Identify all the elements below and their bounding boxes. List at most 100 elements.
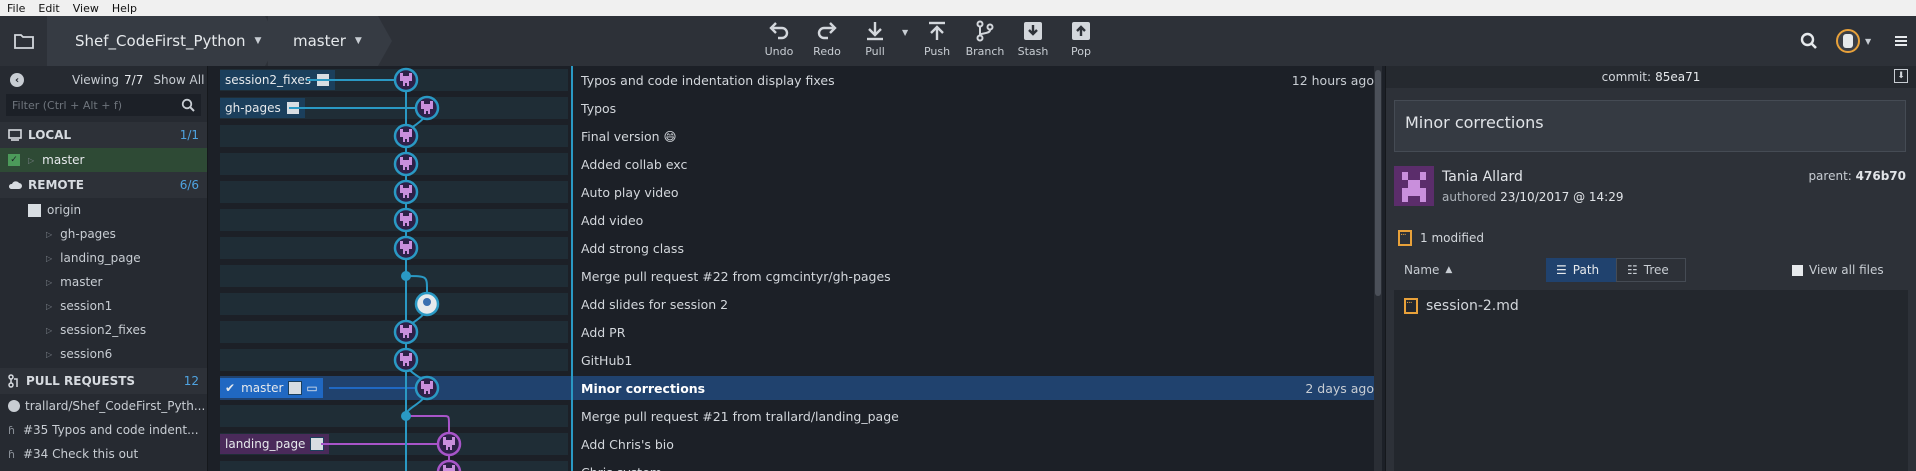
graph-scrollbar[interactable] (1374, 66, 1382, 471)
origin-label: origin (47, 203, 82, 217)
commit-node[interactable] (401, 411, 411, 421)
pull-request-item[interactable]: ɦ #35 Typos and code indent... (0, 418, 207, 442)
push-button[interactable]: Push (913, 19, 961, 63)
remote-origin[interactable]: origin (0, 198, 207, 222)
gitkraken-window: File Edit View Help Shef_CodeFirst_Pytho… (0, 0, 1916, 471)
list-icon: ☰ (1556, 263, 1567, 277)
commit-detail-panel: commit: 85ea71 ⬇ Minor corrections Tania… (1385, 66, 1916, 471)
modified-count: 1 modified (1398, 228, 1484, 246)
pull-request-icon: ɦ (8, 423, 15, 437)
remote-branch[interactable]: ▷ gh-pages (0, 222, 207, 246)
menu-file[interactable]: File (0, 2, 31, 15)
push-label: Push (923, 45, 951, 58)
pull-requests-section-header[interactable]: PULL REQUESTS 12 (0, 368, 207, 394)
commit-node[interactable] (414, 291, 440, 317)
menu-help[interactable]: Help (105, 2, 143, 15)
pull-label: Pull (865, 45, 885, 58)
commit-summary[interactable]: Minor corrections (1394, 100, 1906, 152)
path-view-button[interactable]: ☰ Path (1546, 258, 1616, 282)
remote-section-header[interactable]: REMOTE 6/6 (0, 172, 207, 198)
branch-expand-icon: ▷ (46, 325, 53, 335)
pull-icon (867, 22, 883, 41)
pull-requests-count: 12 (183, 374, 199, 388)
pull-request-item[interactable]: ɦ #34 Check this out (0, 442, 207, 466)
commit-header: commit: 85ea71 ⬇ (1386, 66, 1916, 88)
pr-label: #34 Check this out (22, 447, 139, 461)
parent-sha[interactable]: 476b70 (1856, 169, 1906, 183)
pr-repo-label: trallard/Shef_CodeFirst_Pyth... (25, 399, 206, 413)
menu-edit[interactable]: Edit (31, 2, 65, 15)
commit-node[interactable] (393, 235, 419, 261)
modified-label: 1 modified (1420, 231, 1484, 245)
parent-line: parent: 476b70 (1808, 169, 1906, 183)
remote-branch[interactable]: ▷ session6 (0, 342, 207, 366)
sort-by-name-button[interactable]: Name ▲ (1394, 258, 1462, 282)
commit-node[interactable] (393, 207, 419, 233)
file-row[interactable]: session-2.md (1404, 296, 1519, 314)
modified-file-icon (1404, 296, 1418, 314)
hamburger-menu-icon[interactable] (1895, 16, 1907, 66)
show-all-button[interactable]: Show All (153, 73, 204, 87)
commit-node[interactable] (401, 271, 411, 281)
local-branch-master[interactable]: ✓ ▷ master (0, 148, 207, 172)
stash-icon (1024, 22, 1042, 40)
pop-button[interactable]: Pop (1057, 19, 1105, 63)
remote-branch[interactable]: ▷ landing_page (0, 246, 207, 270)
commit-node[interactable] (414, 95, 440, 121)
toolbar: Shef_CodeFirst_Python ▼ master ▼ Undo Re… (0, 16, 1916, 66)
commit-node[interactable] (436, 459, 462, 471)
commit-node[interactable] (393, 347, 419, 373)
commit-node[interactable] (393, 179, 419, 205)
commit-node[interactable] (436, 431, 462, 457)
modified-file-icon (1398, 228, 1412, 246)
viewing-bar: ‹ Viewing 7/7 Show All (0, 66, 207, 94)
commit-node[interactable] (414, 375, 440, 401)
menu-view[interactable]: View (66, 2, 105, 15)
undo-button[interactable]: Undo (755, 19, 803, 63)
stash-button[interactable]: Stash (1009, 19, 1057, 63)
open-repo-button[interactable] (0, 16, 47, 66)
local-section-header[interactable]: LOCAL 1/1 (0, 122, 207, 148)
pr-repo[interactable]: trallard/Shef_CodeFirst_Pyth... (0, 394, 207, 418)
redo-label: Redo (813, 45, 841, 58)
remote-branch[interactable]: ▷ session2_fixes (0, 318, 207, 342)
commit-node[interactable] (393, 319, 419, 345)
checkbox[interactable] (1792, 264, 1803, 276)
file-list-header: Name ▲ ☰ Path ☷ Tree View all files (1386, 256, 1916, 284)
pop-label: Pop (1071, 45, 1091, 58)
pr-label: #35 Typos and code indent... (22, 423, 199, 437)
branch-label: session2_fixes (60, 323, 147, 337)
commit-node[interactable] (393, 67, 419, 93)
undo-icon (769, 22, 789, 40)
view-all-files-toggle[interactable]: View all files (1782, 258, 1894, 282)
search-icon (181, 98, 195, 112)
remote-branch[interactable]: ▷ master (0, 270, 207, 294)
pull-request-icon: ɦ (8, 447, 15, 461)
redo-button[interactable]: Redo (803, 19, 851, 63)
chevron-down-icon: ▼ (354, 36, 362, 46)
profile-avatar (1836, 29, 1860, 53)
commit-sha[interactable]: 85ea71 (1655, 70, 1700, 84)
branch-selector[interactable]: master ▼ (268, 16, 392, 66)
chevron-down-icon: ▼ (1865, 36, 1872, 46)
filter-input[interactable]: Filter (Ctrl + Alt + f) (6, 94, 201, 116)
branch-button[interactable]: Branch (961, 19, 1009, 63)
remote-branch[interactable]: ▷ session1 (0, 294, 207, 318)
commit-node[interactable] (393, 123, 419, 149)
computer-icon (8, 129, 22, 141)
file-list: session-2.md (1394, 290, 1908, 471)
pull-button[interactable]: Pull (851, 19, 899, 63)
commit-node[interactable] (393, 151, 419, 177)
branch-expand-icon: ▷ (46, 277, 53, 287)
search-button[interactable] (1800, 16, 1818, 66)
repo-selector[interactable]: Shef_CodeFirst_Python ▼ (47, 16, 279, 66)
left-panel: ‹ Viewing 7/7 Show All Filter (Ctrl + Al… (0, 66, 208, 471)
tree-view-button[interactable]: ☷ Tree (1616, 258, 1686, 282)
folder-icon (13, 34, 34, 49)
scrollbar-thumb[interactable] (1375, 70, 1381, 296)
profile-menu[interactable]: ▼ (1836, 16, 1871, 66)
collapse-panel-icon[interactable]: ‹ (10, 73, 24, 87)
close-panel-icon[interactable]: ⬇ (1894, 69, 1908, 83)
pull-options-chevron-icon[interactable]: ▼ (902, 28, 908, 37)
author-avatar (1394, 166, 1434, 206)
